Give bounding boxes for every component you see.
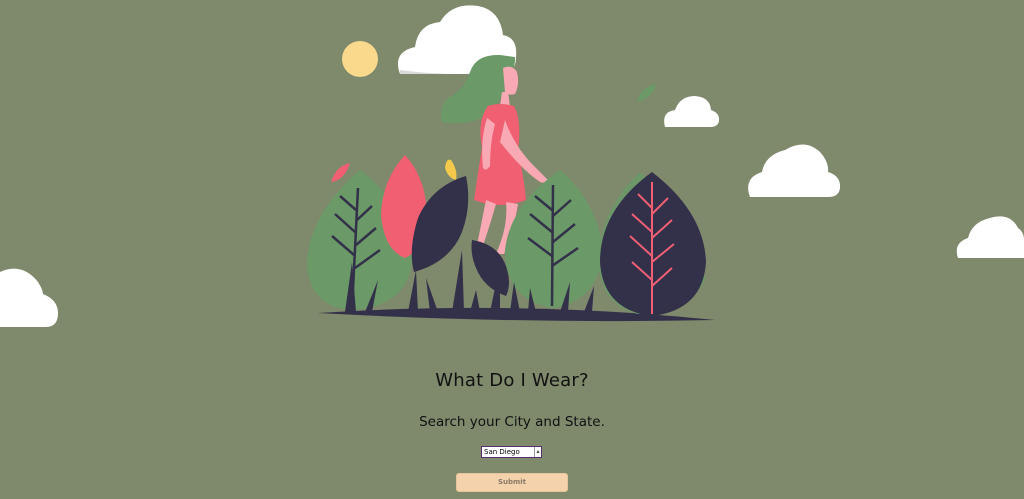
leaf-icon xyxy=(445,159,457,180)
cloud-icon xyxy=(956,216,1024,258)
sun-icon xyxy=(342,41,378,77)
cloud-icon xyxy=(0,268,58,327)
cloud-icon xyxy=(664,96,720,127)
page-title: What Do I Wear? xyxy=(435,370,589,391)
cloud-icon xyxy=(748,144,841,197)
city-search-input[interactable] xyxy=(482,447,534,457)
city-search-field[interactable]: ▴ xyxy=(481,446,542,458)
chevron-down-icon[interactable]: ▴ xyxy=(534,447,541,457)
submit-button[interactable]: Submit xyxy=(456,473,568,492)
leaf-icon xyxy=(600,172,706,316)
page: What Do I Wear? Search your City and Sta… xyxy=(0,0,1024,499)
leaf-icon xyxy=(637,84,656,102)
leaf-icon xyxy=(331,163,350,182)
search-prompt: Search your City and State. xyxy=(419,414,605,430)
